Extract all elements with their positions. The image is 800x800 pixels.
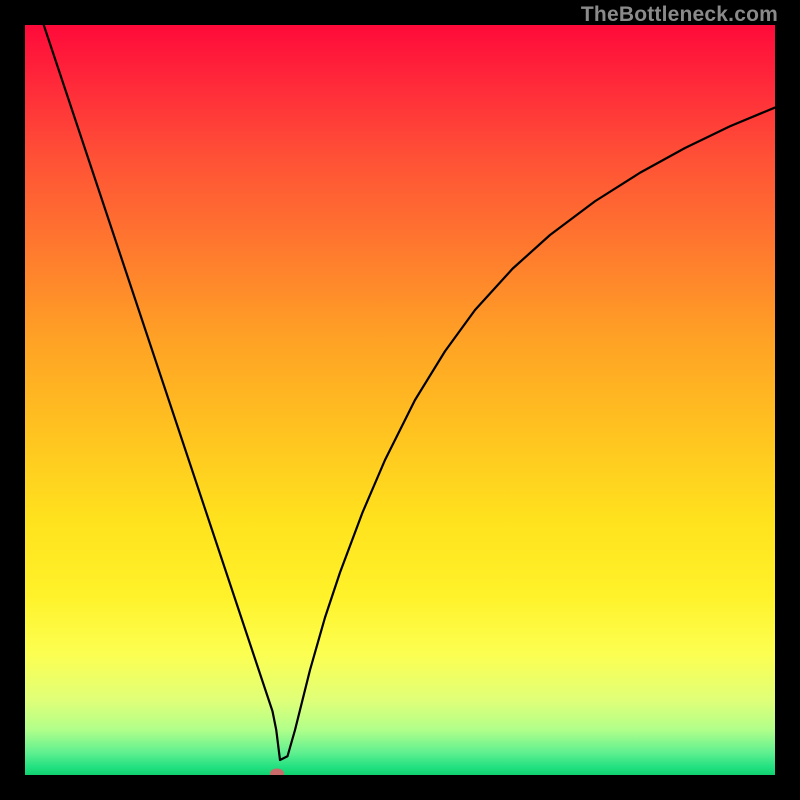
attribution-text: TheBottleneck.com <box>581 3 778 27</box>
curve-line <box>25 25 775 760</box>
bottleneck-curve <box>25 25 775 775</box>
chart-frame: TheBottleneck.com <box>0 0 800 800</box>
minimum-marker <box>270 769 284 776</box>
plot-area <box>25 25 775 775</box>
